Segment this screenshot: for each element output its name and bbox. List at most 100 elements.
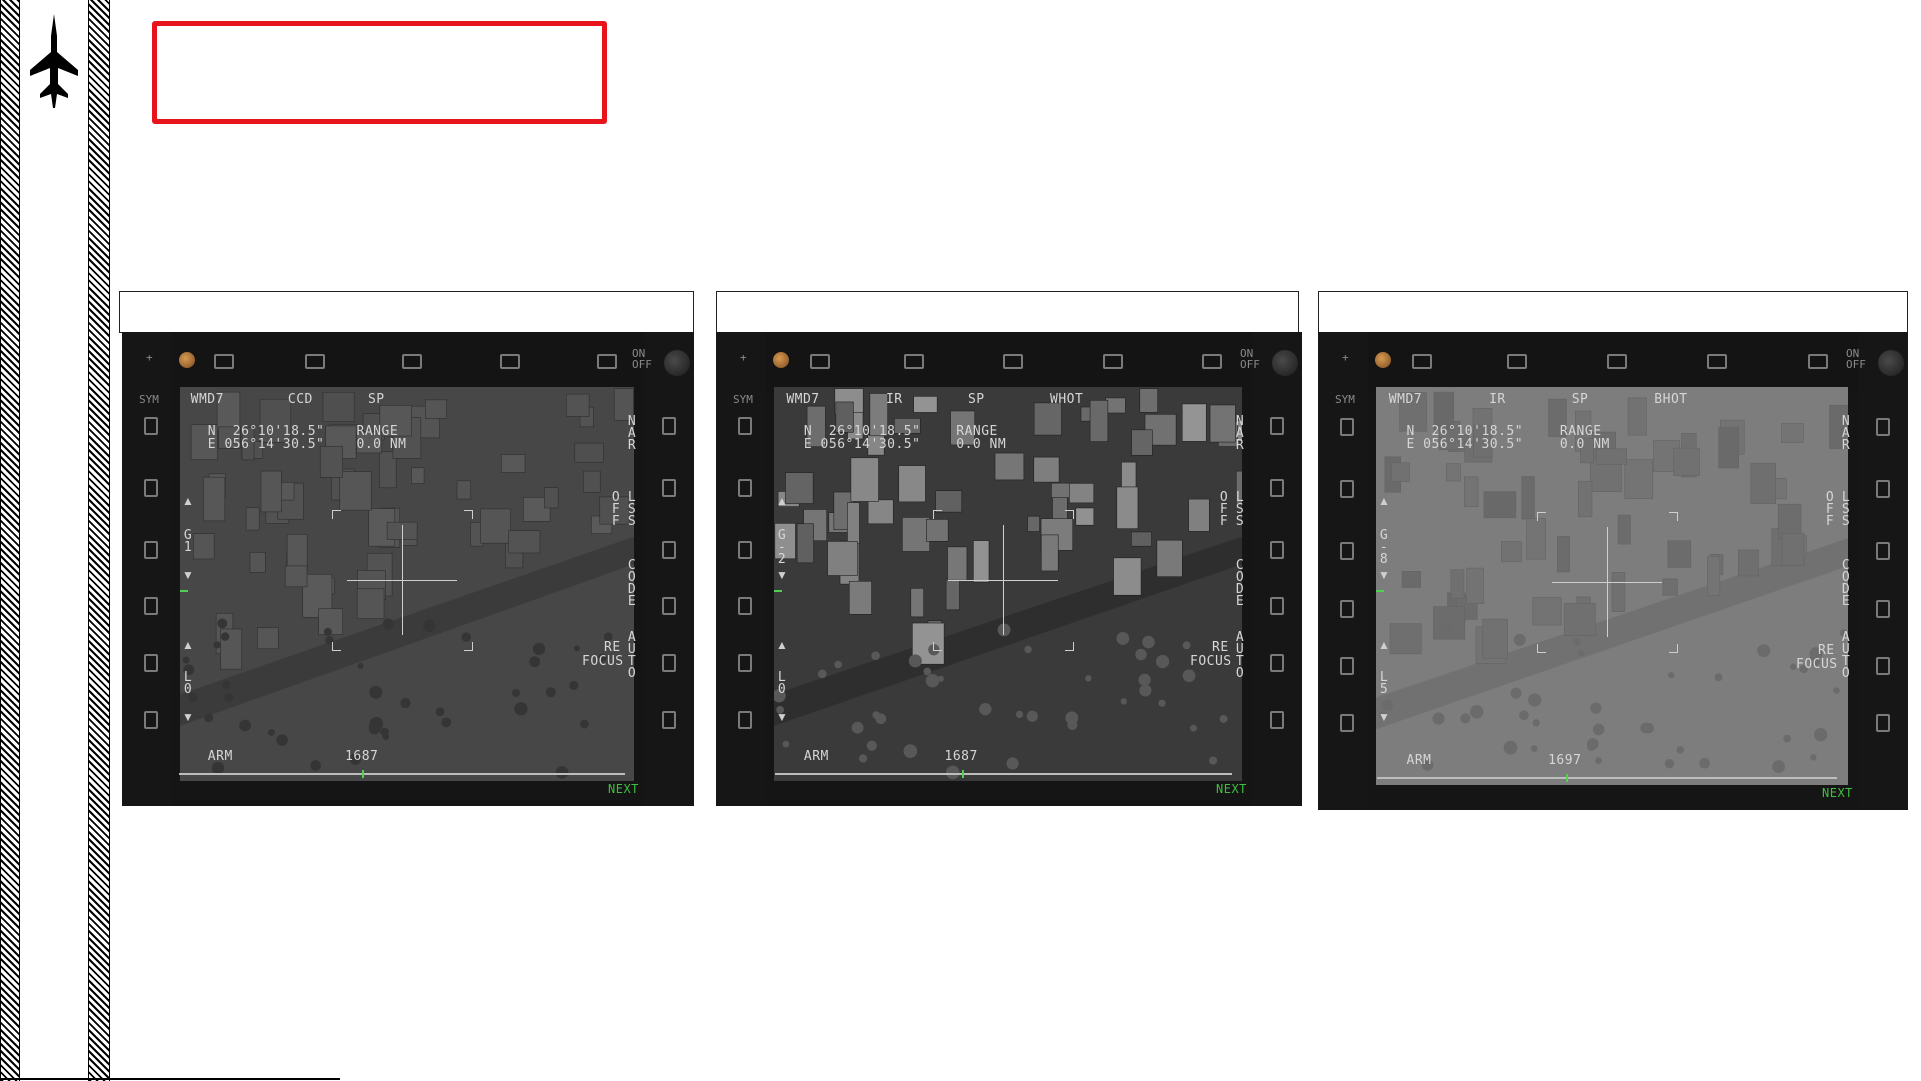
brightness-knob-icon[interactable] <box>773 352 789 368</box>
osb-top-5[interactable] <box>1807 354 1828 369</box>
osb-left-5[interactable] <box>144 654 158 673</box>
osb-right-6[interactable] <box>1876 714 1890 733</box>
bottom-rule <box>0 1078 340 1080</box>
osb-right-4[interactable] <box>662 597 676 616</box>
osb-left-3[interactable] <box>738 540 752 559</box>
sp-label: SP <box>367 392 385 407</box>
osb-top-1[interactable] <box>213 354 234 369</box>
lss-label: LSS <box>1841 490 1851 529</box>
level-label: L0 <box>183 670 193 697</box>
crosshair-vertical <box>402 525 404 636</box>
osb-left-5[interactable] <box>1340 657 1354 676</box>
osb-right-5[interactable] <box>662 654 676 673</box>
osb-top-2[interactable] <box>903 354 924 369</box>
mfd-bezel-right <box>1252 332 1302 806</box>
osb-left-1[interactable] <box>738 417 752 436</box>
osb-left-2[interactable] <box>1340 480 1354 499</box>
level-down-icon[interactable]: ▼ <box>1378 710 1390 724</box>
left-hatch-bar <box>0 0 20 1081</box>
osb-top-3[interactable] <box>1607 354 1628 369</box>
osb-right-3[interactable] <box>1270 540 1284 559</box>
osb-left-2[interactable] <box>738 478 752 497</box>
power-knob-icon[interactable] <box>664 350 690 376</box>
osb-right-5[interactable] <box>1270 654 1284 673</box>
osb-right-6[interactable] <box>1270 711 1284 730</box>
off-toggle-label: OFF <box>1825 490 1835 529</box>
osb-right-1[interactable] <box>662 417 676 436</box>
osb-right-6[interactable] <box>662 711 676 730</box>
next-label[interactable]: NEXT <box>1216 782 1247 796</box>
brightness-up-icon[interactable]: + <box>146 352 153 363</box>
osb-right-4[interactable] <box>1876 599 1890 618</box>
next-label[interactable]: NEXT <box>1822 786 1853 800</box>
range-value: 0.0 NM <box>956 437 1007 452</box>
level-up-icon[interactable]: ▲ <box>182 638 194 652</box>
osb-top-3[interactable] <box>402 354 423 369</box>
level-down-icon[interactable]: ▼ <box>776 710 788 724</box>
osb-top-4[interactable] <box>1707 354 1728 369</box>
level-down-icon[interactable]: ▼ <box>182 710 194 724</box>
osb-left-4[interactable] <box>738 597 752 616</box>
osb-top-1[interactable] <box>809 354 830 369</box>
gain-down-icon[interactable]: ▼ <box>182 568 194 582</box>
osb-top-3[interactable] <box>1003 354 1024 369</box>
on-off-label: ON OFF <box>632 348 652 370</box>
nar-label: NAR <box>1841 414 1851 453</box>
level-up-icon[interactable]: ▲ <box>1378 638 1390 652</box>
osb-right-3[interactable] <box>1876 542 1890 561</box>
osb-left-5[interactable] <box>738 654 752 673</box>
osb-top-4[interactable] <box>1102 354 1123 369</box>
osb-top-4[interactable] <box>499 354 520 369</box>
osb-right-1[interactable] <box>1876 418 1890 437</box>
scale-value: 1687 <box>345 749 379 765</box>
auto-label: AUTO <box>1841 630 1851 681</box>
osb-top-5[interactable] <box>596 354 617 369</box>
osb-left-4[interactable] <box>1340 599 1354 618</box>
track-gate-corner-tl <box>933 510 943 520</box>
osb-left-6[interactable] <box>1340 714 1354 733</box>
osb-right-2[interactable] <box>1876 480 1890 499</box>
osb-right-4[interactable] <box>1270 597 1284 616</box>
gain-up-icon[interactable]: ▲ <box>182 494 194 508</box>
gain-up-icon[interactable]: ▲ <box>1378 494 1390 508</box>
brightness-knob-icon[interactable] <box>179 352 195 368</box>
osb-left-3[interactable] <box>144 540 158 559</box>
brightness-up-icon[interactable]: + <box>740 352 747 363</box>
osb-top-1[interactable] <box>1412 354 1433 369</box>
osb-right-2[interactable] <box>662 478 676 497</box>
osb-left-3[interactable] <box>1340 542 1354 561</box>
osb-left-1[interactable] <box>144 417 158 436</box>
gain-marker <box>180 590 188 592</box>
gain-down-icon[interactable]: ▼ <box>1378 568 1390 582</box>
track-gate-corner-tr <box>1669 512 1679 522</box>
osb-right-3[interactable] <box>662 540 676 559</box>
osb-left-2[interactable] <box>144 478 158 497</box>
scale-value: 1697 <box>1548 752 1582 768</box>
scale-value: 1687 <box>944 749 978 765</box>
osb-left-6[interactable] <box>738 711 752 730</box>
mfd-panel-ir-bhot: ON OFF SYM + WMD7 IR SP BHOT N 26°10'18.5" E 056°… <box>1318 332 1908 810</box>
brightness-knob-icon[interactable] <box>1375 352 1391 368</box>
gain-down-icon[interactable]: ▼ <box>776 568 788 582</box>
osb-top-5[interactable] <box>1202 354 1223 369</box>
next-label[interactable]: NEXT <box>608 782 639 796</box>
zoom-scale-marker <box>362 770 365 779</box>
osb-right-2[interactable] <box>1270 478 1284 497</box>
sp-label: SP <box>967 392 985 407</box>
brightness-up-icon[interactable]: + <box>1342 352 1349 363</box>
osb-left-4[interactable] <box>144 597 158 616</box>
osb-left-1[interactable] <box>1340 418 1354 437</box>
osb-top-2[interactable] <box>305 354 326 369</box>
level-up-icon[interactable]: ▲ <box>776 638 788 652</box>
osb-left-6[interactable] <box>144 711 158 730</box>
code-label: CODE <box>1235 558 1245 609</box>
range-value: 0.0 NM <box>356 437 407 452</box>
osb-top-2[interactable] <box>1506 354 1527 369</box>
osb-right-1[interactable] <box>1270 417 1284 436</box>
power-knob-icon[interactable] <box>1272 350 1298 376</box>
sensor-mode-label: IR <box>1489 392 1506 407</box>
power-knob-icon[interactable] <box>1878 350 1904 376</box>
osb-right-5[interactable] <box>1876 657 1890 676</box>
gain-up-icon[interactable]: ▲ <box>776 494 788 508</box>
track-gate-corner-bl <box>1537 644 1547 654</box>
